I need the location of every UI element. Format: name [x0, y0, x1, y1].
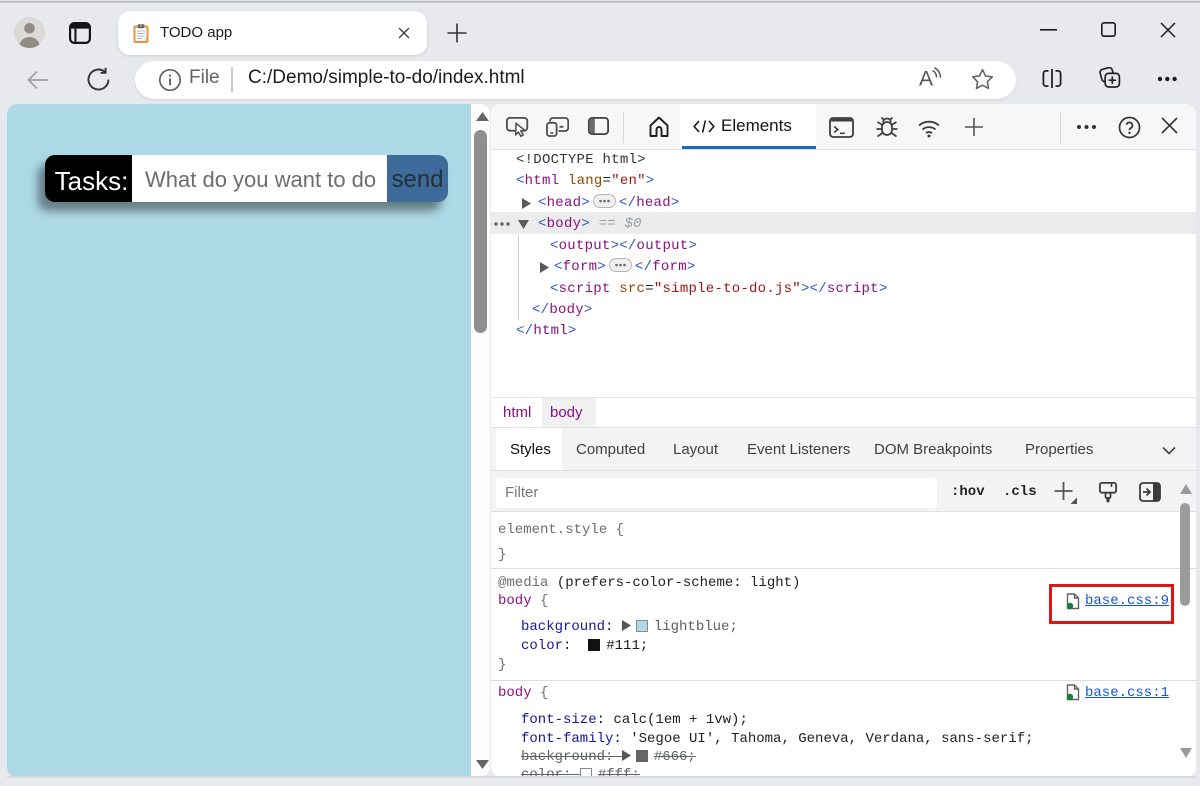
svg-text:A: A	[919, 68, 933, 88]
